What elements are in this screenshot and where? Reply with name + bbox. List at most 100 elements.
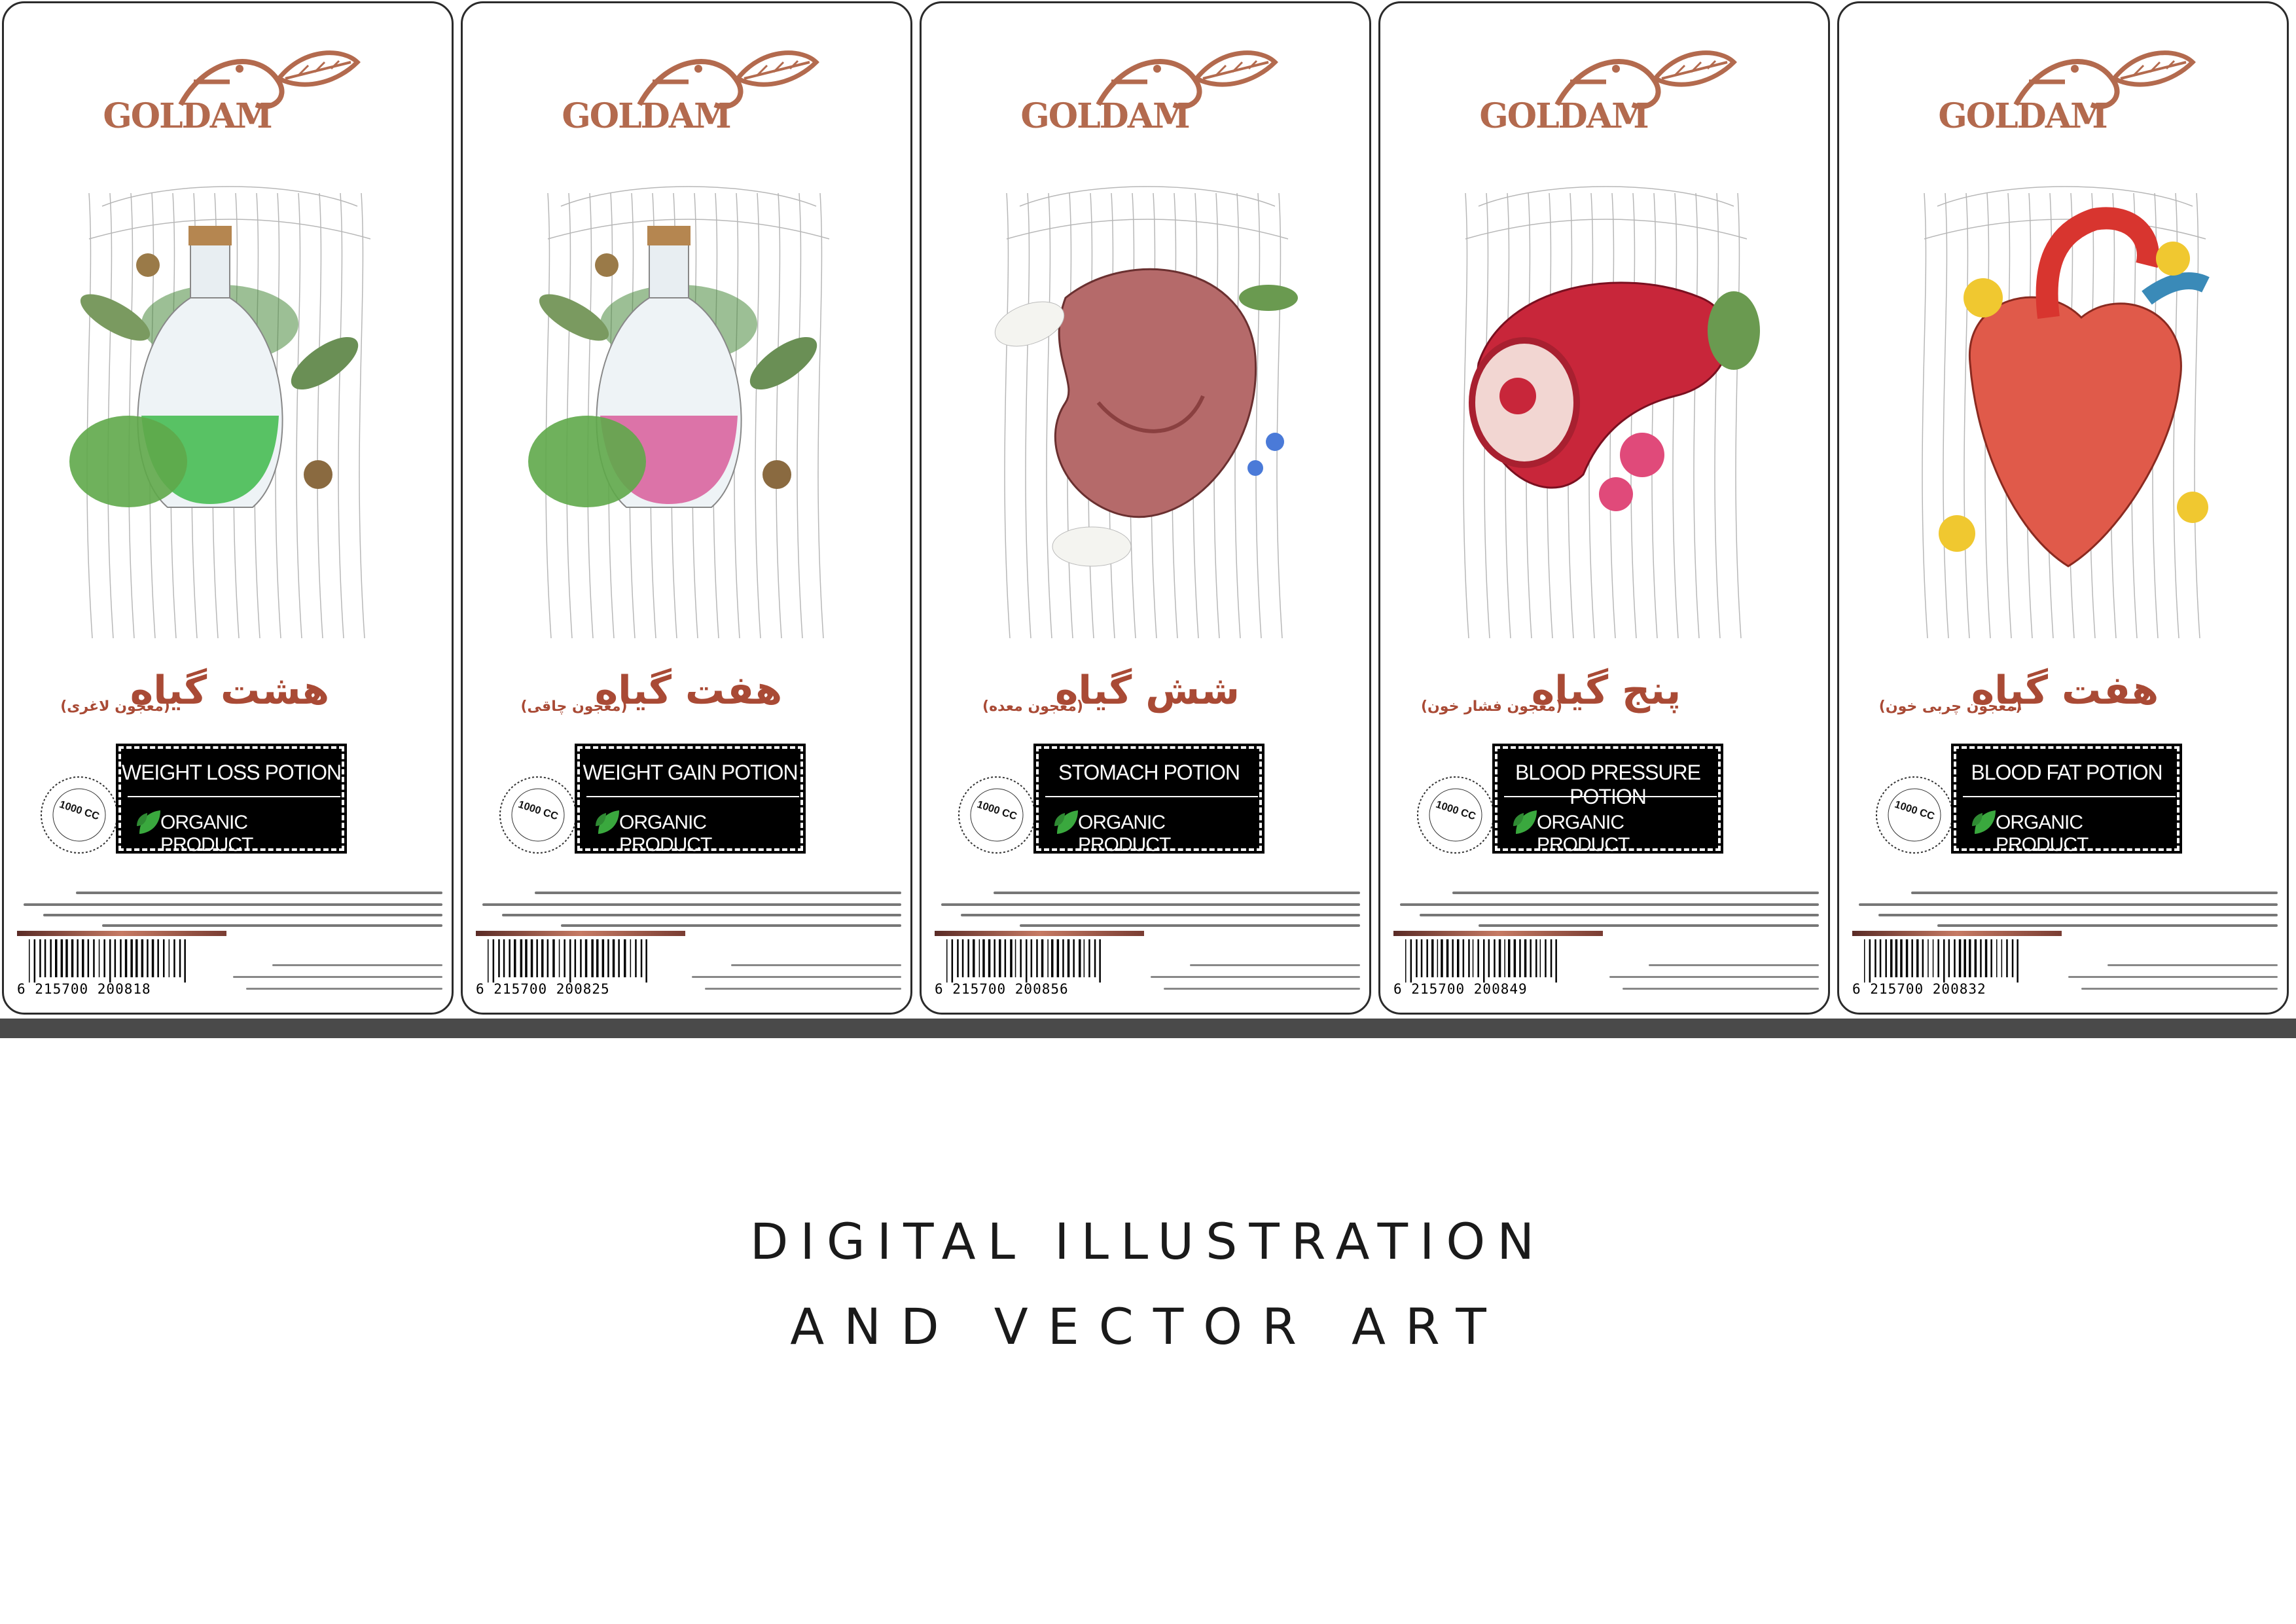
ingredient-line bbox=[535, 892, 901, 894]
address-line bbox=[1649, 964, 1819, 966]
ingredient-line bbox=[482, 903, 901, 906]
ingredients-block bbox=[476, 884, 901, 936]
potion-badge: BLOOD PRESSURE POTION ORGANIC PRODUCT bbox=[1492, 744, 1723, 856]
address-line bbox=[692, 976, 901, 978]
address-line bbox=[272, 964, 442, 966]
ingredient-line bbox=[1452, 892, 1819, 894]
product-label-card: GOLDAM هفت گیاه (معجون چربی خون) 1000 CC… bbox=[1837, 1, 2289, 1015]
divider-bar bbox=[0, 1019, 2296, 1038]
address-line bbox=[1190, 964, 1360, 966]
organic-row: ORGANIC PRODUCT bbox=[1511, 806, 1713, 856]
barcode-digits: 6 215700 200856 bbox=[935, 981, 1069, 997]
potion-name: WEIGHT GAIN POTION bbox=[583, 761, 798, 784]
potion-badge: WEIGHT GAIN POTION ORGANIC PRODUCT bbox=[575, 744, 806, 856]
color-strip bbox=[17, 931, 226, 936]
ingredient-line bbox=[502, 914, 901, 916]
brand-logo: GOLDAM bbox=[561, 43, 823, 141]
volume-seal: 1000 CC bbox=[1413, 772, 1498, 857]
product-label-card: GOLDAM هفت گیاه (معجون چاقی) 1000 CC WEI… bbox=[461, 1, 912, 1015]
volume-seal: 1000 CC bbox=[37, 772, 122, 857]
address-line bbox=[246, 988, 442, 990]
address-line bbox=[1164, 988, 1360, 990]
brand-logo-text: GOLDAM bbox=[103, 96, 272, 136]
volume-seal: 1000 CC bbox=[1872, 772, 1957, 857]
address-block bbox=[226, 959, 442, 998]
barcode-bars-icon bbox=[488, 939, 647, 983]
ingredients-block bbox=[17, 884, 442, 936]
organic-row: ORGANIC PRODUCT bbox=[1969, 806, 2172, 856]
ingredient-line bbox=[994, 892, 1360, 894]
ingredient-line bbox=[76, 892, 442, 894]
ingredient-line bbox=[1937, 924, 2278, 927]
volume-seal: 1000 CC bbox=[954, 772, 1039, 857]
badge-divider bbox=[1504, 796, 1717, 797]
ingredient-line bbox=[1479, 924, 1819, 927]
badge-divider bbox=[1963, 796, 2176, 797]
barcode-digits: 6 215700 200825 bbox=[476, 981, 610, 997]
ingredient-line bbox=[1878, 914, 2278, 916]
address-line bbox=[233, 976, 442, 978]
footer-heading-line-1: DIGITAL ILLUSTRATION bbox=[749, 1212, 1547, 1271]
organic-row: ORGANIC PRODUCT bbox=[1052, 806, 1255, 856]
barcode: 6 215700 200856 bbox=[935, 939, 1118, 998]
ingredient-line bbox=[941, 903, 1360, 906]
product-subtitle-fa: (معجون چربی خون) bbox=[1878, 698, 2022, 715]
product-subtitle-fa: (معجون لاغری) bbox=[60, 698, 170, 715]
potion-bottle-pink-icon bbox=[528, 186, 830, 639]
brand-logo-text: GOLDAM bbox=[1479, 96, 1649, 136]
potion-name: BLOOD PRESSURE POTION bbox=[1515, 761, 1701, 808]
ingredient-line bbox=[24, 903, 442, 906]
volume-seal: 1000 CC bbox=[495, 772, 581, 857]
brand-logo-text: GOLDAM bbox=[562, 96, 731, 136]
ingredient-line bbox=[1420, 914, 1819, 916]
brand-logo: GOLDAM bbox=[1479, 43, 1740, 141]
address-block bbox=[1603, 959, 1819, 998]
brand-logo-text: GOLDAM bbox=[1020, 96, 1190, 136]
color-strip bbox=[476, 931, 685, 936]
organic-text: ORGANIC PRODUCT bbox=[1996, 812, 2089, 856]
product-subtitle-fa: (معجون چاقی) bbox=[520, 698, 628, 715]
barcode-bars-icon bbox=[29, 939, 186, 983]
ingredient-line bbox=[961, 914, 1360, 916]
ingredient-line bbox=[1020, 924, 1360, 927]
footer-heading-line-2: AND VECTOR ART bbox=[790, 1297, 1506, 1356]
color-strip bbox=[935, 931, 1144, 936]
ingredients-block bbox=[1852, 884, 2278, 936]
address-block bbox=[685, 959, 901, 998]
product-label-card: GOLDAM پنج گیاه (معجون فشار خون) 1000 CC… bbox=[1378, 1, 1830, 1015]
color-strip bbox=[1393, 931, 1603, 936]
barcode-bars-icon bbox=[946, 939, 1101, 983]
brand-logo: GOLDAM bbox=[1937, 43, 2199, 141]
organic-text: ORGANIC PRODUCT bbox=[1078, 812, 1171, 856]
organic-text: ORGANIC PRODUCT bbox=[619, 812, 712, 856]
blood-vessel-icon bbox=[1463, 186, 1760, 639]
brand-logo: GOLDAM bbox=[102, 43, 364, 141]
potion-name: WEIGHT LOSS POTION bbox=[121, 761, 342, 784]
badge-divider bbox=[128, 796, 340, 797]
barcode-bars-icon bbox=[1864, 939, 2018, 983]
product-label-card: GOLDAM هشت گیاه (معجون لاغری) 1000 CC WE… bbox=[2, 1, 454, 1015]
barcode-digits: 6 215700 200818 bbox=[17, 981, 151, 997]
ingredient-line bbox=[102, 924, 442, 927]
labels-strip: GOLDAM هشت گیاه (معجون لاغری) 1000 CC WE… bbox=[0, 0, 2296, 1021]
potion-bottle-green-icon bbox=[69, 186, 371, 639]
potion-badge: STOMACH POTION ORGANIC PRODUCT bbox=[1033, 744, 1265, 856]
ingredient-line bbox=[1859, 903, 2278, 906]
ingredient-line bbox=[1911, 892, 2278, 894]
ingredient-line bbox=[1400, 903, 1819, 906]
stomach-icon bbox=[994, 186, 1298, 639]
badge-divider bbox=[586, 796, 799, 797]
barcode-digits: 6 215700 200832 bbox=[1852, 981, 1986, 997]
barcode-bars-icon bbox=[1405, 939, 1557, 983]
brand-logo: GOLDAM bbox=[1020, 43, 1282, 141]
badge-divider bbox=[1045, 796, 1258, 797]
organic-text: ORGANIC PRODUCT bbox=[160, 812, 253, 856]
address-line bbox=[1151, 976, 1360, 978]
address-line bbox=[1623, 988, 1819, 990]
color-strip bbox=[1852, 931, 2062, 936]
barcode-digits: 6 215700 200849 bbox=[1393, 981, 1528, 997]
barcode: 6 215700 200825 bbox=[476, 939, 659, 998]
potion-name: BLOOD FAT POTION bbox=[1971, 761, 2162, 784]
ingredients-block bbox=[1393, 884, 1819, 936]
organic-row: ORGANIC PRODUCT bbox=[593, 806, 796, 856]
